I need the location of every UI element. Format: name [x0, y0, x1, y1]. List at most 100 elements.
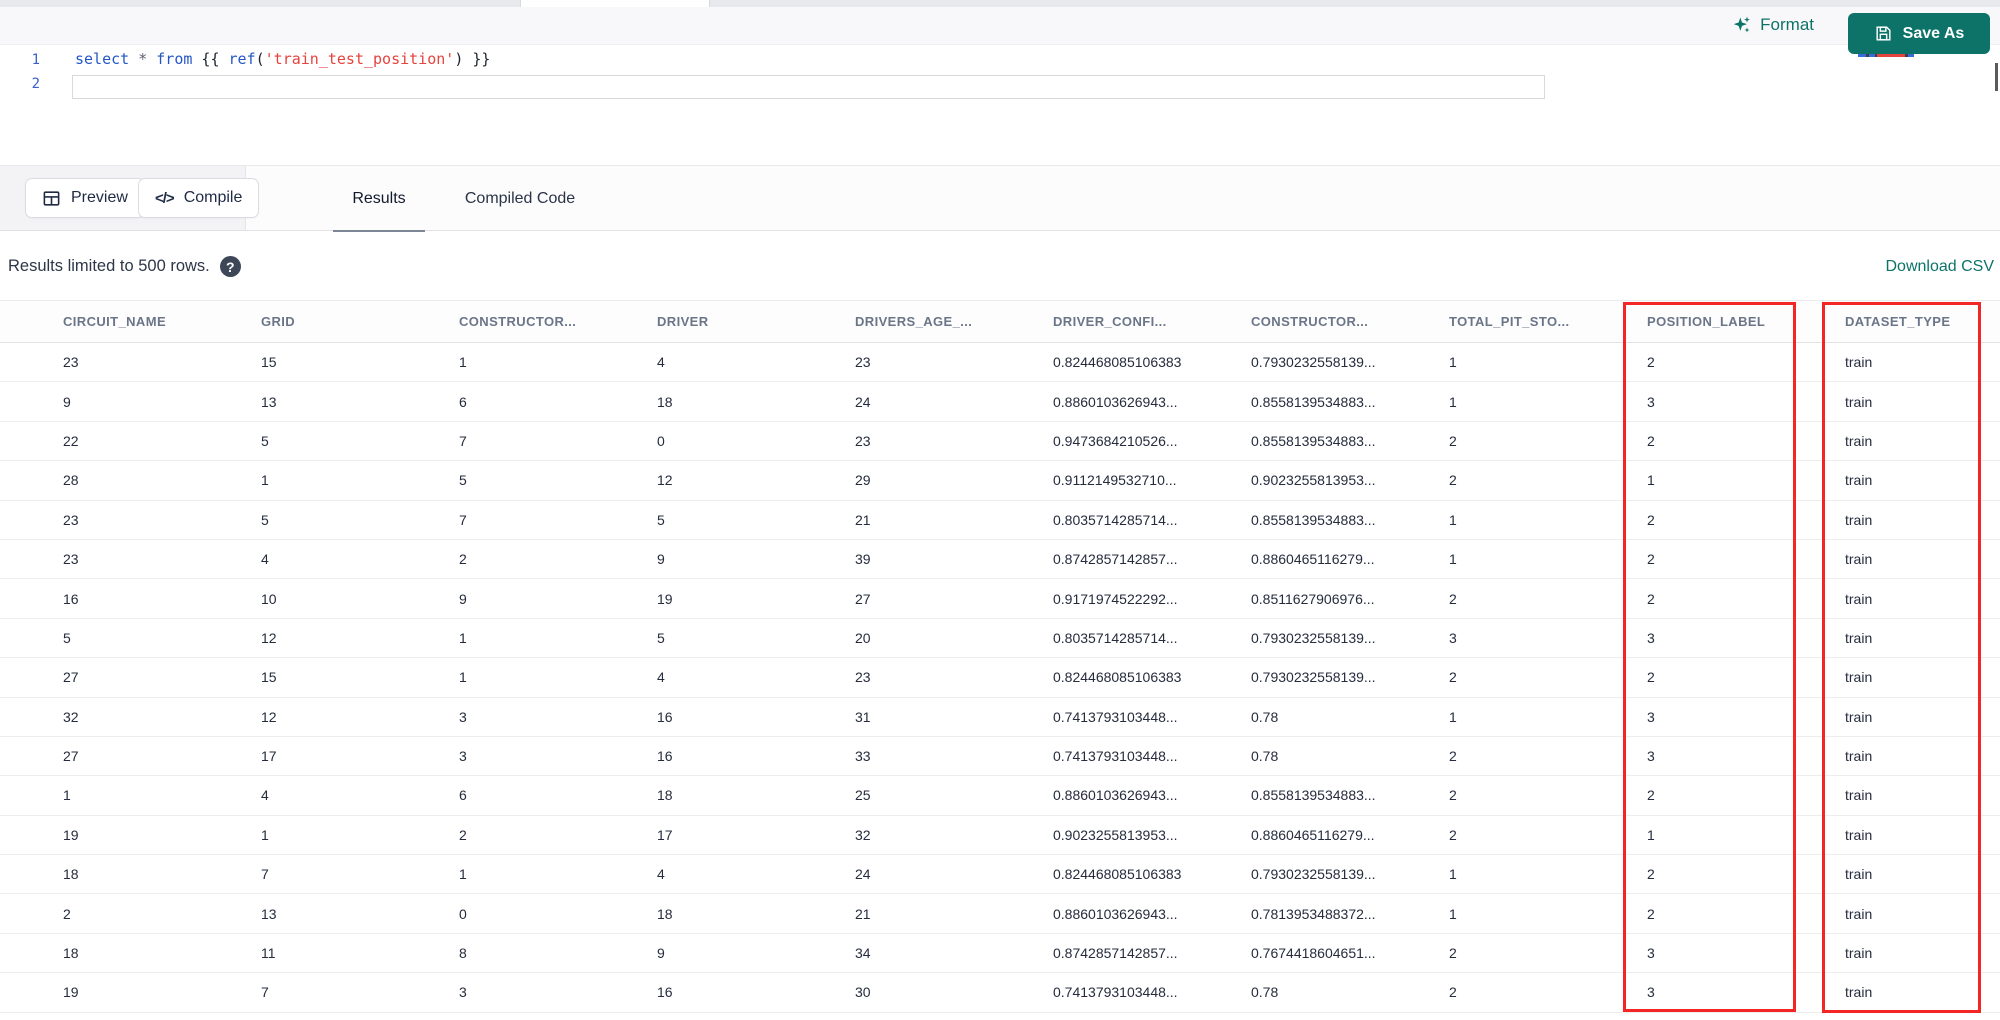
table-cell: train: [1845, 393, 1873, 410]
table-cell: 19: [657, 590, 673, 607]
table-cell: 23: [855, 354, 871, 371]
table-cell: train: [1845, 590, 1873, 607]
editor-topbar: Format Save As: [0, 7, 2000, 54]
table-cell: 33: [855, 748, 871, 765]
table-cell: train: [1845, 787, 1873, 804]
table-cell: 1: [1449, 393, 1457, 410]
table-cell: 18: [657, 787, 673, 804]
compile-button[interactable]: </> Compile: [138, 178, 260, 218]
sql-editor[interactable]: 1 2 select * from {{ ref('train_test_pos…: [0, 45, 2000, 160]
table-cell: train: [1845, 984, 1873, 1001]
column-header: POSITION_LABEL: [1647, 314, 1766, 329]
table-cell: 1: [261, 826, 269, 843]
table-cell: 3: [459, 748, 467, 765]
table-icon: [42, 189, 61, 208]
table-cell: 0.9112149532710...: [1053, 472, 1177, 489]
table-cell: 0.8860465116279...: [1251, 826, 1375, 843]
table-cell: 1: [1647, 472, 1655, 489]
active-tab-indicator: [520, 0, 710, 7]
table-cell: 6: [459, 787, 467, 804]
tab-results[interactable]: Results: [333, 166, 425, 233]
code-token: ): [454, 50, 464, 68]
code-icon: </>: [155, 189, 175, 207]
code-token: from: [156, 50, 193, 68]
table-cell: 21: [855, 905, 871, 922]
table-cell: 15: [261, 669, 277, 686]
table-cell: 12: [657, 472, 673, 489]
column-header: CONSTRUCTOR...: [459, 314, 577, 329]
table-cell: 12: [261, 708, 277, 725]
tab-compiled-code[interactable]: Compiled Code: [455, 166, 585, 232]
format-label: Format: [1760, 15, 1814, 34]
table-cell: 0.7674418604651...: [1251, 945, 1376, 962]
table-cell: 23: [63, 511, 79, 528]
table-cell: 2: [1449, 432, 1457, 449]
table-row: 16 10 9 19 27 0.9171974522292... 0.85116279069…: [0, 579, 2000, 619]
table-cell: 4: [261, 551, 269, 568]
table-cell: 23: [855, 669, 871, 686]
table-cell: 27: [63, 748, 79, 765]
table-cell: 2: [1647, 590, 1655, 607]
help-icon[interactable]: ?: [219, 256, 241, 277]
table-cell: 29: [855, 472, 871, 489]
save-as-button[interactable]: Save As: [1848, 13, 1990, 54]
table-cell: 1: [459, 669, 467, 686]
table-cell: train: [1845, 826, 1873, 843]
table-cell: 0.8742857142857...: [1053, 551, 1178, 568]
table-cell: 0.824468085106383: [1053, 866, 1182, 883]
table-cell: 2: [1647, 432, 1655, 449]
table-cell: 24: [855, 866, 871, 883]
table-cell: 32: [63, 708, 79, 725]
table-cell: 0.8860103626943...: [1053, 905, 1178, 922]
table-cell: 0.78: [1251, 708, 1279, 725]
table-cell: 25: [855, 787, 871, 804]
table-cell: 2: [1647, 787, 1655, 804]
table-cell: 16: [657, 984, 673, 1001]
table-cell: 4: [657, 354, 665, 371]
table-cell: 0.9171974522292...: [1053, 590, 1178, 607]
top-tab-strip: [0, 0, 2000, 7]
table-cell: 0.8860465116279...: [1251, 551, 1375, 568]
preview-button[interactable]: Preview: [25, 178, 145, 218]
results-limit-text: Results limited to 500 rows.: [8, 257, 210, 275]
table-cell: 0: [657, 432, 665, 449]
table-cell: 18: [657, 393, 673, 410]
table-cell: 0.7413793103448...: [1053, 984, 1178, 1001]
table-cell: 1: [1449, 708, 1457, 725]
save-as-label: Save As: [1902, 24, 1965, 42]
editor-minimap[interactable]: [1855, 48, 1991, 148]
save-icon: [1874, 24, 1893, 43]
line-number-1: 1: [31, 52, 40, 68]
table-cell: 1: [63, 787, 71, 804]
table-cell: 20: [855, 629, 871, 646]
table-cell: 30: [855, 984, 871, 1001]
table-cell: 2: [1449, 590, 1457, 607]
table-row: 5 12 1 5 20 0.8035714285714... 0.7930232558139…: [0, 618, 2000, 659]
table-row: 23 5 7 5 21 0.8035714285714... 0.8558139534883…: [0, 500, 2000, 540]
table-cell: 31: [855, 708, 871, 725]
table-cell: 0.78: [1251, 748, 1279, 765]
table-cell: 32: [855, 826, 871, 843]
table-cell: 3: [1647, 748, 1655, 765]
table-cell: train: [1845, 905, 1873, 922]
table-cell: 9: [657, 551, 665, 568]
column-header: DRIVER_CONFI...: [1053, 314, 1167, 329]
table-cell: 18: [657, 905, 673, 922]
table-row: 18 7 1 4 24 0.824468085106383 0.7930232558139.…: [0, 855, 2000, 895]
table-cell: 9: [459, 590, 467, 607]
active-line-highlight[interactable]: [72, 75, 1545, 99]
column-header: DRIVER: [657, 314, 709, 329]
table-cell: 3: [459, 708, 467, 725]
format-button[interactable]: Format: [1732, 15, 1814, 35]
code-line-1[interactable]: select * from {{ ref('train_test_positio…: [75, 50, 490, 68]
table-cell: 0.9473684210526...: [1053, 432, 1178, 449]
editor-scrollbar[interactable]: [1995, 63, 1998, 91]
table-cell: train: [1845, 629, 1873, 646]
table-cell: 0.7813953488372...: [1251, 905, 1376, 922]
table-row: 22 5 7 0 23 0.9473684210526... 0.8558139534883…: [0, 421, 2000, 462]
table-cell: 2: [1449, 472, 1457, 489]
download-csv-link[interactable]: Download CSV: [1886, 258, 1995, 276]
table-cell: 16: [63, 590, 79, 607]
table-row: 1 4 6 18 25 0.8860103626943... 0.8558139534883…: [0, 776, 2000, 816]
table-cell: 0.8511627906976...: [1251, 590, 1375, 607]
